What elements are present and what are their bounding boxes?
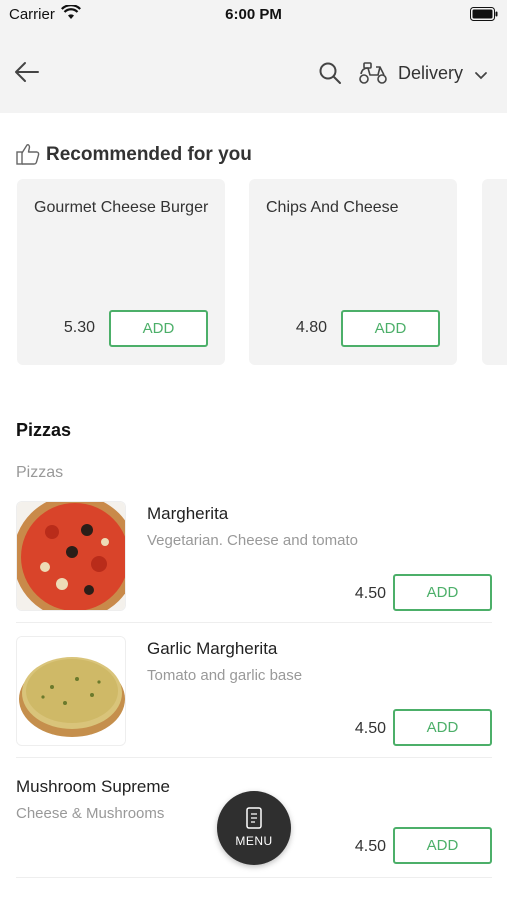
subsection-title: Pizzas: [16, 464, 64, 481]
scooter-icon: [358, 61, 388, 90]
divider: [16, 757, 492, 758]
margherita-pizza-image: [16, 501, 126, 611]
app-header: Delivery: [0, 30, 507, 113]
section-title: Pizzas: [16, 420, 72, 440]
add-button[interactable]: ADD: [393, 574, 492, 611]
search-button[interactable]: [318, 61, 344, 87]
thumbs-up-icon: [16, 143, 40, 170]
item-description: Cheese & Mushrooms: [16, 805, 165, 822]
recommended-title: Recommended for you: [46, 144, 252, 165]
recommended-item-price: 5.30: [63, 319, 95, 336]
recommended-card[interactable]: Gourmet Cheese Burger 5.30 ADD: [17, 179, 225, 365]
clock: 6:00 PM: [225, 6, 282, 23]
add-button[interactable]: ADD: [393, 709, 492, 746]
status-bar: Carrier 6:00 PM: [0, 0, 507, 30]
item-name: Garlic Margherita: [147, 639, 278, 658]
item-name: Margherita: [147, 504, 229, 523]
divider: [16, 877, 492, 878]
divider: [16, 622, 492, 623]
add-button[interactable]: ADD: [341, 310, 440, 347]
arrow-left-icon: [12, 62, 42, 91]
menu-book-icon: [245, 807, 263, 834]
garlic-margherita-pizza-image: [16, 636, 126, 746]
chevron-down-icon: [474, 68, 488, 86]
item-description: Tomato and garlic base: [147, 667, 303, 684]
add-button[interactable]: ADD: [393, 827, 492, 864]
menu-button[interactable]: MENU: [217, 791, 291, 865]
recommended-card[interactable]: Chips And Cheese 4.80 ADD: [249, 179, 457, 365]
delivery-label: Delivery: [398, 63, 464, 83]
item-price: 4.50: [354, 720, 386, 737]
item-price: 4.50: [354, 838, 386, 855]
battery-icon: [470, 7, 498, 26]
delivery-selector[interactable]: Delivery: [356, 56, 496, 90]
item-price: 4.50: [354, 585, 386, 602]
recommended-item-name: Gourmet Cheese Burger: [34, 199, 209, 216]
recommended-item-name: Chips And Cheese: [266, 199, 399, 216]
recommended-item-price: 4.80: [295, 319, 327, 336]
add-button[interactable]: ADD: [109, 310, 208, 347]
item-name: Mushroom Supreme: [16, 777, 171, 796]
recommended-card-partial[interactable]: [482, 179, 507, 365]
search-icon: [318, 62, 342, 89]
back-button[interactable]: [12, 57, 46, 87]
item-description: Vegetarian. Cheese and tomato: [147, 532, 358, 549]
menu-label: MENU: [235, 834, 273, 848]
